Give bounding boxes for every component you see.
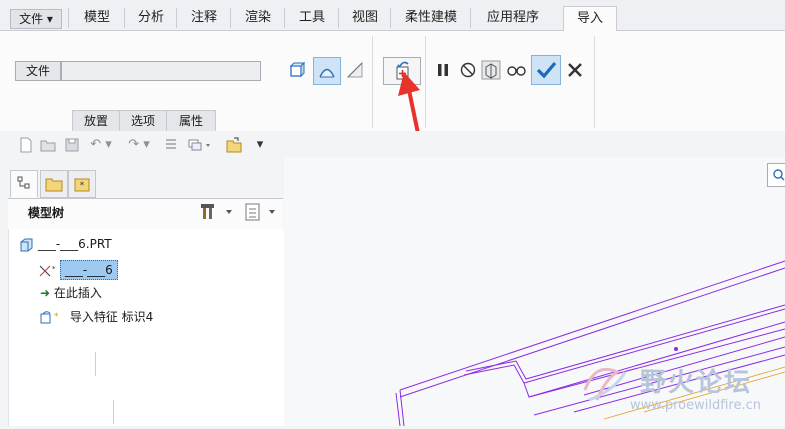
xyz-coordinate-icon: * — [39, 265, 56, 276]
tab-render[interactable]: 渲染 — [230, 8, 285, 28]
tree-item-label-editing[interactable]: ___-___6 — [59, 260, 118, 280]
tab-placement[interactable]: 放置 — [72, 110, 120, 132]
save-icon[interactable] — [64, 137, 80, 153]
file-path-input[interactable] — [61, 61, 261, 81]
tab-view[interactable]: 视图 — [338, 8, 391, 28]
zoom-button[interactable] — [767, 163, 785, 187]
model-tree-title: 模型树 — [28, 206, 65, 220]
tree-settings-button[interactable] — [200, 202, 236, 222]
watermark-url: www.proewildfire.cn — [630, 398, 761, 413]
ribbon-tab-bar: 文件 ▾ 模型 分析 注释 渲染 工具 视图 柔性建模 应用程序 导入 — [0, 0, 785, 32]
tree-show-button[interactable] — [243, 202, 279, 222]
tree-item-label: 在此插入 — [53, 286, 102, 300]
new-file-icon[interactable] — [18, 137, 34, 153]
windows-icon[interactable] — [187, 137, 215, 153]
watermark-title: 野火论坛 — [640, 368, 753, 398]
insert-arrow-icon: ➜ — [40, 286, 51, 300]
folder-browser-icon — [45, 178, 63, 192]
tree-item-part[interactable]: ___-___6.PRT — [18, 235, 112, 253]
tree-item-label: ___-___6.PRT — [37, 237, 112, 251]
preview-geometry-icon[interactable] — [480, 59, 502, 81]
regenerate-icon[interactable] — [163, 137, 179, 153]
tab-file[interactable]: 文件 ▾ — [10, 9, 62, 29]
tab-analysis[interactable]: 分析 — [124, 8, 177, 28]
quick-access-toolbar — [0, 131, 785, 157]
model-tree — [8, 229, 285, 426]
close-window-icon[interactable] — [225, 137, 242, 153]
zoom-icon — [773, 169, 785, 181]
import-feature-icon: * — [40, 310, 59, 323]
file-button[interactable]: 文件 — [15, 61, 61, 81]
redo-icon[interactable]: ↷ ▾ — [126, 137, 152, 153]
tab-applications[interactable]: 应用程序 — [470, 8, 555, 28]
tab-properties[interactable]: 属性 — [166, 110, 216, 132]
ribbon-divider — [594, 36, 595, 128]
verify-glasses-icon[interactable] — [505, 59, 527, 81]
checkmark-icon — [536, 61, 557, 79]
favorites-icon: * — [74, 178, 90, 192]
tab-options[interactable]: 选项 — [119, 110, 167, 132]
tree-item-label: 导入特征 标识4 — [69, 310, 154, 324]
surface-display-icon[interactable] — [313, 57, 341, 85]
tab-folder-browser[interactable] — [40, 170, 68, 198]
svg-text:*: * — [52, 265, 56, 273]
open-folder-icon[interactable] — [40, 137, 56, 153]
undo-icon[interactable]: ↶ ▾ — [88, 137, 114, 153]
forum-logo — [575, 360, 635, 410]
tree-guide-line — [95, 352, 96, 376]
tab-model-tree[interactable] — [10, 170, 38, 198]
cancel-button[interactable] — [564, 59, 586, 81]
part-icon — [20, 238, 33, 251]
customize-toolbar-icon[interactable]: ▾ — [254, 137, 266, 153]
tab-import[interactable]: 导入 — [563, 6, 617, 32]
svg-text:*: * — [80, 181, 85, 191]
tab-tools[interactable]: 工具 — [284, 8, 339, 28]
tab-model[interactable]: 模型 — [68, 8, 125, 28]
tree-item-insert-here[interactable]: ➜ 在此插入 — [40, 284, 102, 302]
tree-item-import-name[interactable]: * ___-___6 — [38, 260, 118, 280]
tab-flexible-modeling[interactable]: 柔性建模 — [390, 8, 471, 28]
ribbon-divider — [372, 36, 373, 128]
list-icon — [245, 203, 275, 221]
tree-item-import-feature[interactable]: * 导入特征 标识4 — [38, 308, 153, 326]
tree-guide-line — [113, 400, 114, 424]
svg-text:*: * — [54, 312, 59, 322]
solid-display-icon[interactable] — [286, 59, 308, 81]
close-icon — [568, 63, 582, 77]
tab-favorites[interactable]: * — [68, 170, 96, 198]
tools-icon — [201, 204, 232, 219]
model-tree-icon — [17, 176, 30, 189]
quilt-display-icon[interactable] — [344, 59, 366, 81]
ok-button[interactable] — [531, 55, 561, 85]
tab-annotate[interactable]: 注释 — [176, 8, 231, 28]
no-preview-icon[interactable] — [457, 59, 479, 81]
